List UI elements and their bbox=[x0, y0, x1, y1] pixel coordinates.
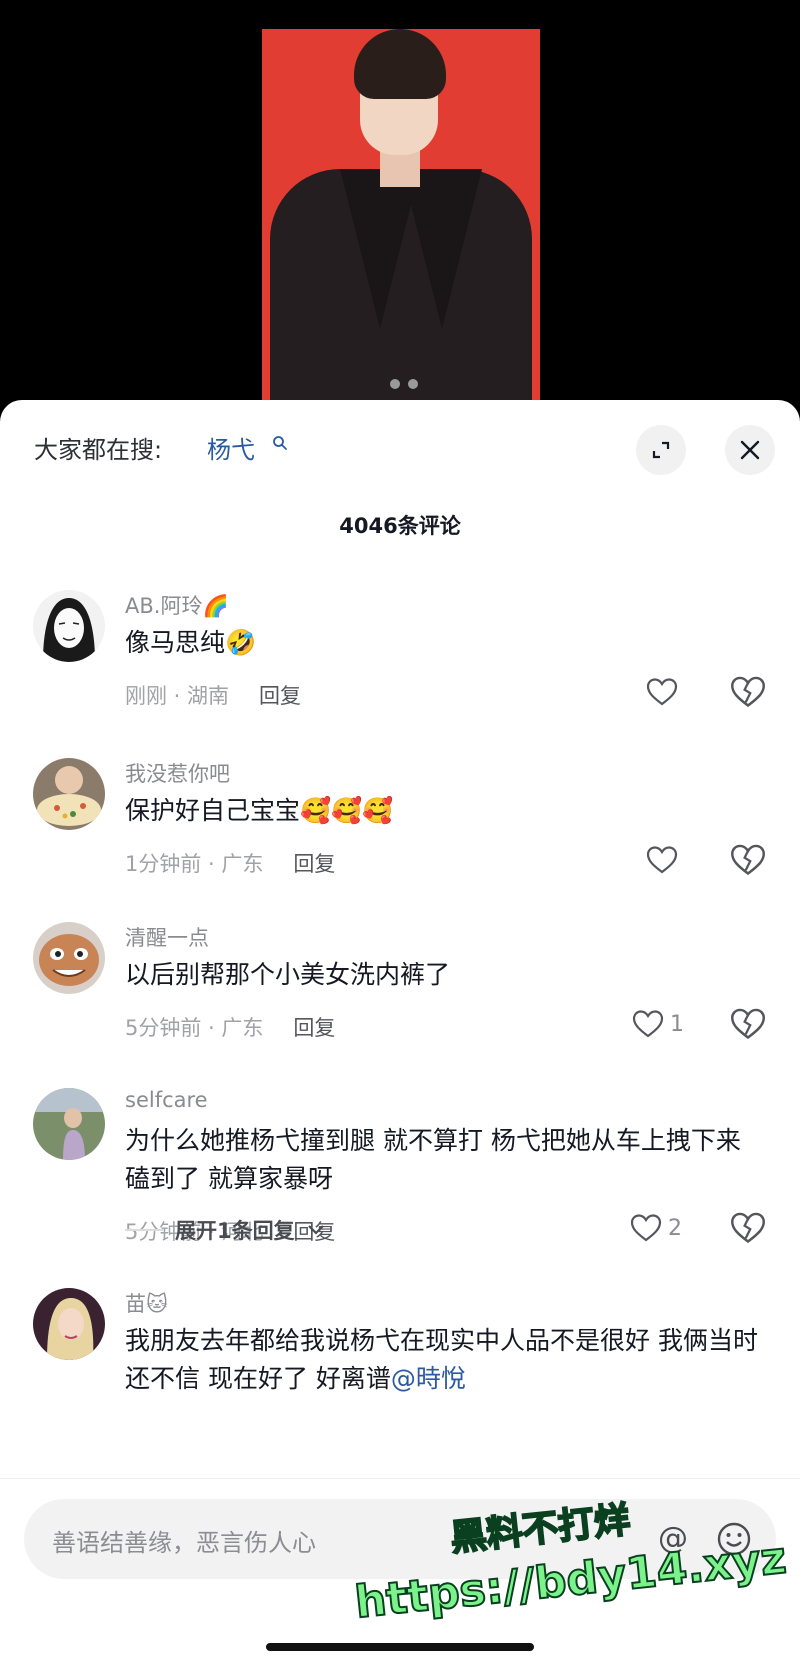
comment-sheet: 大家都在搜: 杨弋 4046条评论 AB.阿玲🌈 像马思纯🤣 刚刚 · 湖南 回… bbox=[0, 400, 800, 1665]
avatar[interactable] bbox=[33, 1288, 105, 1360]
reply-button[interactable]: 回复 bbox=[293, 852, 335, 876]
comment-username[interactable]: AB.阿玲🌈 bbox=[125, 590, 229, 620]
divider bbox=[125, 1229, 163, 1231]
comment-item: AB.阿玲🌈 像马思纯🤣 刚刚 · 湖南 回复 bbox=[0, 590, 800, 730]
broken-heart-icon[interactable] bbox=[730, 674, 766, 710]
comment-meta: 1分钟前 · 广东 回复 bbox=[125, 848, 335, 878]
close-icon bbox=[740, 440, 760, 460]
reply-button[interactable]: 回复 bbox=[259, 684, 301, 708]
heart-icon bbox=[630, 1214, 662, 1242]
close-button[interactable] bbox=[725, 425, 775, 475]
comment-username[interactable]: 苗🐱 bbox=[125, 1288, 168, 1318]
like-button[interactable] bbox=[646, 842, 684, 878]
comment-count: 4046条评论 bbox=[339, 514, 461, 538]
like-count: 2 bbox=[668, 1215, 682, 1241]
heart-icon bbox=[646, 846, 678, 874]
comment-text: 保护好自己宝宝🥰🥰🥰 bbox=[125, 796, 394, 825]
comment-item: 清醒一点 以后别帮那个小美女洗内裤了 5分钟前 · 广东 回复 1 bbox=[0, 922, 800, 1062]
comment-username[interactable]: 我没惹你吧 bbox=[125, 758, 230, 788]
comment-text: 为什么她推杨弋撞到腿 就不算打 杨弋把她从车上拽下来磕到了 就算家暴呀 bbox=[125, 1126, 741, 1193]
heart-icon bbox=[646, 678, 678, 706]
broken-heart-icon[interactable] bbox=[730, 1006, 766, 1042]
trending-search-label: 大家都在搜: bbox=[34, 436, 163, 464]
comment-username[interactable]: selfcare bbox=[125, 1088, 208, 1112]
broken-heart-icon[interactable] bbox=[730, 842, 766, 878]
like-count: 1 bbox=[670, 1011, 684, 1037]
comment-meta: 刚刚 · 湖南 回复 bbox=[125, 680, 301, 710]
comment-time-location: 刚刚 · 湖南 bbox=[125, 684, 230, 708]
heart-icon bbox=[632, 1010, 664, 1038]
mention-link[interactable]: @時悅 bbox=[391, 1364, 466, 1393]
like-button[interactable] bbox=[646, 674, 684, 710]
avatar[interactable] bbox=[33, 590, 105, 662]
chevron-down-icon bbox=[307, 1225, 324, 1235]
comment-item: 我没惹你吧 保护好自己宝宝🥰🥰🥰 1分钟前 · 广东 回复 bbox=[0, 758, 800, 898]
comment-time-location: 5分钟前 · 广东 bbox=[125, 1016, 264, 1040]
comment-text: 以后别帮那个小美女洗内裤了 bbox=[125, 960, 451, 989]
search-icon[interactable] bbox=[272, 435, 288, 451]
reply-button[interactable]: 回复 bbox=[293, 1016, 335, 1040]
comment-time-location: 1分钟前 · 广东 bbox=[125, 852, 264, 876]
avatar[interactable] bbox=[33, 1088, 105, 1160]
broken-heart-icon[interactable] bbox=[730, 1210, 766, 1246]
avatar[interactable] bbox=[33, 922, 105, 994]
comment-item: 苗🐱 我朋友去年都给我说杨弋在现实中人品不是很好 我俩当时还不信 现在好了 好离… bbox=[0, 1288, 800, 1488]
like-button[interactable]: 1 bbox=[632, 1006, 684, 1042]
comment-username[interactable]: 清醒一点 bbox=[125, 922, 209, 952]
home-indicator bbox=[266, 1643, 534, 1651]
expand-button[interactable] bbox=[636, 425, 686, 475]
like-button[interactable]: 2 bbox=[630, 1210, 682, 1246]
expand-icon bbox=[652, 441, 670, 459]
sheet-header: 大家都在搜: 杨弋 bbox=[0, 400, 800, 500]
comment-text: 像马思纯🤣 bbox=[125, 628, 257, 657]
comment-input-placeholder: 善语结善缘，恶言伤人心 bbox=[52, 1529, 316, 1557]
comment-item: selfcare 为什么她推杨弋撞到腿 就不算打 杨弋把她从车上拽下来磕到了 就… bbox=[0, 1088, 800, 1288]
video-player[interactable] bbox=[0, 0, 800, 420]
trending-search-term[interactable]: 杨弋 bbox=[207, 430, 255, 465]
comment-text: 我朋友去年都给我说杨弋在现实中人品不是很好 我俩当时还不信 现在好了 好离谱@時… bbox=[125, 1322, 765, 1398]
expand-replies-label: 展开1条回复 bbox=[175, 1219, 295, 1243]
video-frame bbox=[262, 29, 540, 420]
avatar[interactable] bbox=[33, 758, 105, 830]
comment-meta: 5分钟前 · 广东 回复 bbox=[125, 1012, 335, 1042]
expand-replies-button[interactable]: 展开1条回复 bbox=[125, 1215, 325, 1245]
